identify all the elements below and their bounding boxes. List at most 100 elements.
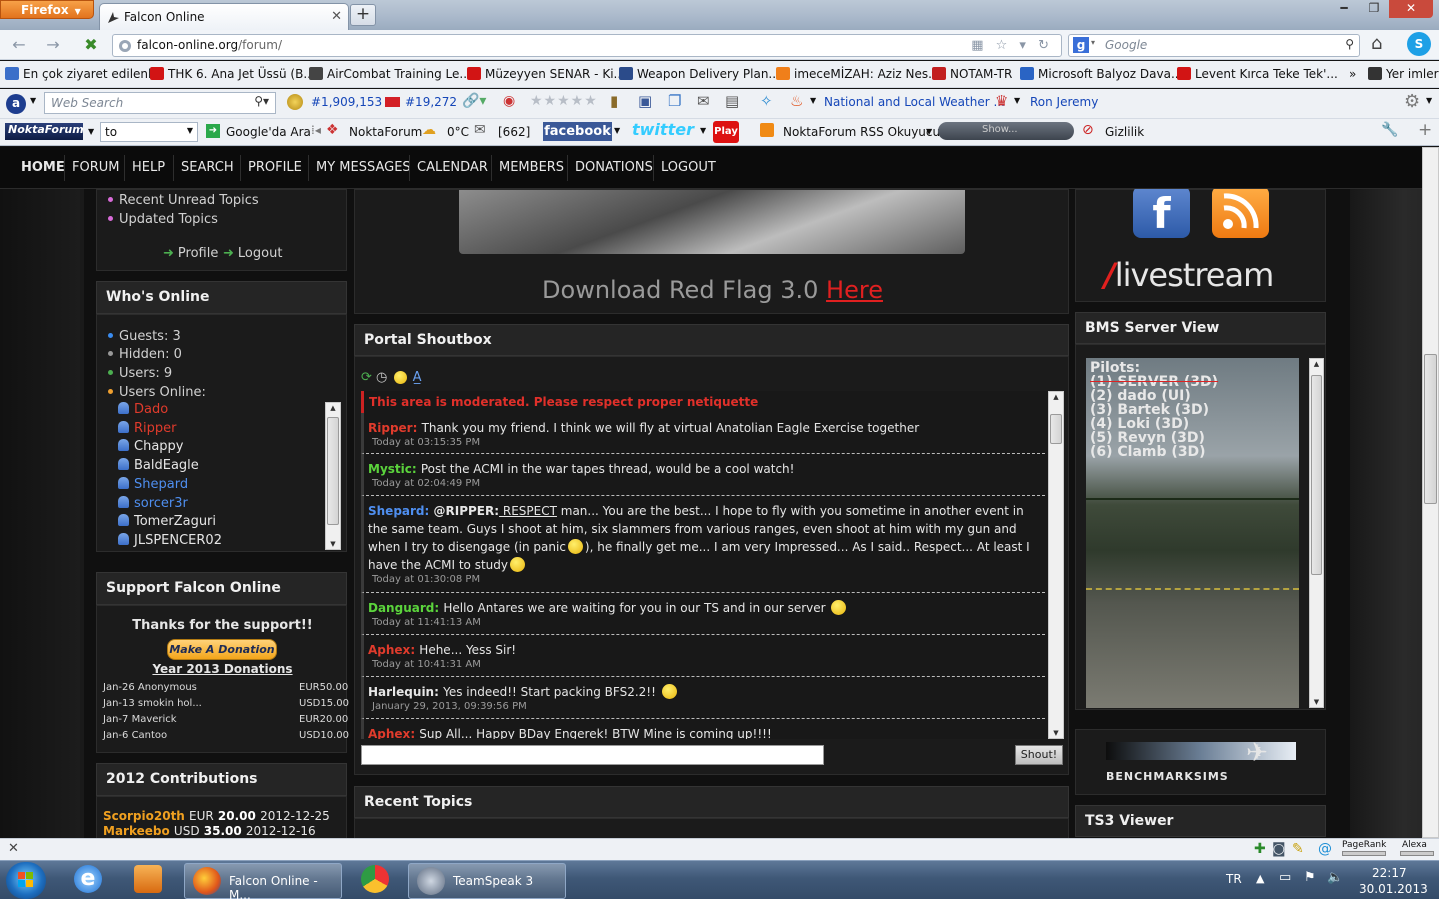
user-badge-icon[interactable]: ♛: [995, 92, 1008, 110]
scroll-up-icon[interactable]: ▲: [1049, 393, 1063, 401]
addon-icon[interactable]: ✖: [78, 33, 104, 57]
online-user[interactable]: sorcer3r: [118, 495, 188, 511]
bookmark-notam[interactable]: NOTAM-TR: [932, 67, 1012, 81]
show-hidden-icons-icon[interactable]: ▲: [1256, 872, 1264, 885]
shout-author[interactable]: Harlequin: [368, 685, 434, 699]
chevron-down-icon[interactable]: ▼: [810, 96, 816, 105]
recent-unread-topics-link[interactable]: Recent Unread Topics: [108, 193, 259, 208]
menu-my-messages[interactable]: MY MESSAGES: [316, 160, 411, 175]
chevron-down-icon[interactable]: ▼: [187, 126, 193, 135]
menu-members[interactable]: MEMBERS: [499, 160, 564, 175]
clock-date[interactable]: 30.01.2013: [1359, 882, 1428, 896]
internet-explorer-icon[interactable]: e: [74, 865, 102, 893]
bookmark-star-icon[interactable]: ▦ ☆ ▾ ↻: [971, 38, 1053, 53]
profile-link[interactable]: ➜ Profile: [163, 246, 218, 261]
search-icon[interactable]: ⚲▾: [254, 94, 269, 108]
bookmark-weapon[interactable]: Weapon Delivery Plan...: [619, 67, 780, 81]
chevron-down-icon[interactable]: ▼: [88, 127, 94, 136]
chevron-down-icon[interactable]: ▼: [1426, 96, 1432, 105]
scroll-up-icon[interactable]: ▲: [326, 404, 340, 412]
country-rank[interactable]: #19,272: [405, 95, 457, 109]
shout-author[interactable]: Aphex: [368, 727, 410, 739]
tab-falcon-online[interactable]: Falcon Online ✕: [99, 3, 349, 30]
toolbar-user-link[interactable]: Ron Jeremy: [1030, 95, 1098, 109]
forward-arrow-icon[interactable]: →: [40, 33, 66, 57]
facebook-icon[interactable]: f: [1133, 186, 1190, 238]
online-user[interactable]: Ripper: [118, 420, 177, 436]
home-icon[interactable]: ⌂: [1371, 33, 1382, 54]
shout-author[interactable]: Mystic: [368, 462, 412, 476]
rss-icon[interactable]: [1212, 186, 1269, 238]
menu-home[interactable]: HOME: [21, 160, 65, 175]
menu-profile[interactable]: PROFILE: [248, 160, 302, 175]
scroll-down-icon[interactable]: ▼: [326, 540, 340, 548]
language-indicator[interactable]: TR: [1226, 872, 1242, 886]
url-bar[interactable]: falcon-online.org/forum/ ▦ ☆ ▾ ↻: [112, 34, 1062, 57]
minimize-icon[interactable]: ━: [1329, 0, 1359, 18]
close-addon-bar-icon[interactable]: ✕: [8, 841, 19, 856]
addon-plus-icon[interactable]: ✚: [1254, 841, 1266, 857]
benchmark-logo[interactable]: BENCHMARKSIMS: [1106, 770, 1229, 783]
twitter-button[interactable]: twitter: [632, 120, 694, 139]
noktaforum-button[interactable]: NoktaForum: [349, 125, 422, 139]
stopwatch-icon[interactable]: ◉: [503, 93, 515, 109]
gear-icon[interactable]: ⚙: [1404, 91, 1420, 112]
online-user[interactable]: Chappy: [118, 439, 183, 454]
temperature[interactable]: 0°C: [447, 125, 469, 139]
book-icon[interactable]: ▮: [610, 92, 618, 110]
online-user[interactable]: BaldEagle: [118, 458, 199, 473]
shout-input[interactable]: [361, 745, 824, 765]
chevron-more-icon[interactable]: »: [1349, 67, 1356, 81]
online-user[interactable]: TomerZaguri: [118, 514, 216, 529]
bookmark-most-visited[interactable]: En çok ziyaret edilenler: [5, 67, 164, 81]
link-icon[interactable]: 🔗▾: [462, 93, 486, 109]
media-player-control[interactable]: Show...: [938, 122, 1074, 140]
shout-author[interactable]: Aphex: [368, 643, 410, 657]
page-scrollbar-thumb[interactable]: [1424, 354, 1437, 504]
chevron-down-icon[interactable]: ▼: [30, 96, 36, 105]
skype-icon[interactable]: S: [1407, 32, 1431, 56]
server-scrollbar[interactable]: ▲ ▼: [1309, 358, 1324, 708]
make-donation-button[interactable]: Make A Donation: [167, 639, 277, 660]
menu-donations[interactable]: DONATIONS: [575, 160, 653, 175]
updated-topics-link[interactable]: Updated Topics: [108, 212, 218, 227]
download-here-link[interactable]: Here: [826, 276, 883, 304]
smiley-icon[interactable]: [393, 371, 407, 384]
chrome-icon[interactable]: [361, 865, 389, 893]
bookmark-thk[interactable]: THK 6. Ana Jet Üssü (B...: [150, 67, 315, 81]
global-rank[interactable]: #1,909,153: [311, 95, 382, 109]
scroll-down-icon[interactable]: ▼: [1049, 729, 1063, 737]
menu-forum[interactable]: FORUM: [72, 160, 119, 175]
menu-search[interactable]: SEARCH: [181, 160, 234, 175]
bookmarks-menu[interactable]: Yer imleri: [1368, 67, 1439, 81]
start-button[interactable]: [6, 862, 46, 899]
highlighter-icon[interactable]: ✎: [1292, 841, 1304, 857]
search-icon[interactable]: ⚲: [1345, 37, 1354, 51]
logout-link[interactable]: ➜ Logout: [223, 246, 282, 261]
clock-time[interactable]: 22:17: [1372, 866, 1407, 880]
network-icon[interactable]: ▭: [1279, 870, 1291, 885]
wrench-icon[interactable]: 🔧: [1381, 122, 1398, 138]
menu-help[interactable]: HELP: [132, 160, 165, 175]
shout-button[interactable]: Shout!: [1015, 745, 1063, 765]
card-icon[interactable]: ▤: [725, 92, 739, 110]
search-bar[interactable]: g ▾ Google ⚲: [1068, 34, 1360, 57]
red-flag-banner-image[interactable]: [459, 190, 965, 254]
speaker-icon[interactable]: 🔈: [1327, 870, 1343, 885]
facebook-share-icon[interactable]: ▣: [638, 92, 652, 110]
bookmark-imece[interactable]: imeceMİZAH: Aziz Nes...: [776, 67, 940, 81]
font-style-icon[interactable]: A̲: [413, 370, 422, 385]
shout-author[interactable]: Danguard: [368, 601, 434, 615]
chevron-down-icon[interactable]: ▼: [700, 126, 706, 135]
online-user[interactable]: JLSPENCER02: [118, 532, 222, 548]
maximize-icon[interactable]: ❐: [1359, 0, 1389, 18]
ask-logo-icon[interactable]: a: [6, 94, 26, 114]
mail-count[interactable]: [662]: [498, 125, 530, 139]
refresh-icon[interactable]: ⟳: [361, 370, 372, 385]
rating-stars[interactable]: ★★★★★: [530, 93, 598, 109]
users-scrollbar[interactable]: ▲ ▼: [325, 402, 341, 550]
at-icon[interactable]: @: [1318, 841, 1332, 857]
chevron-down-icon[interactable]: ▼: [1014, 96, 1020, 105]
privacy-button[interactable]: Gizlilik: [1105, 125, 1144, 139]
online-user[interactable]: Shepard: [118, 476, 188, 492]
